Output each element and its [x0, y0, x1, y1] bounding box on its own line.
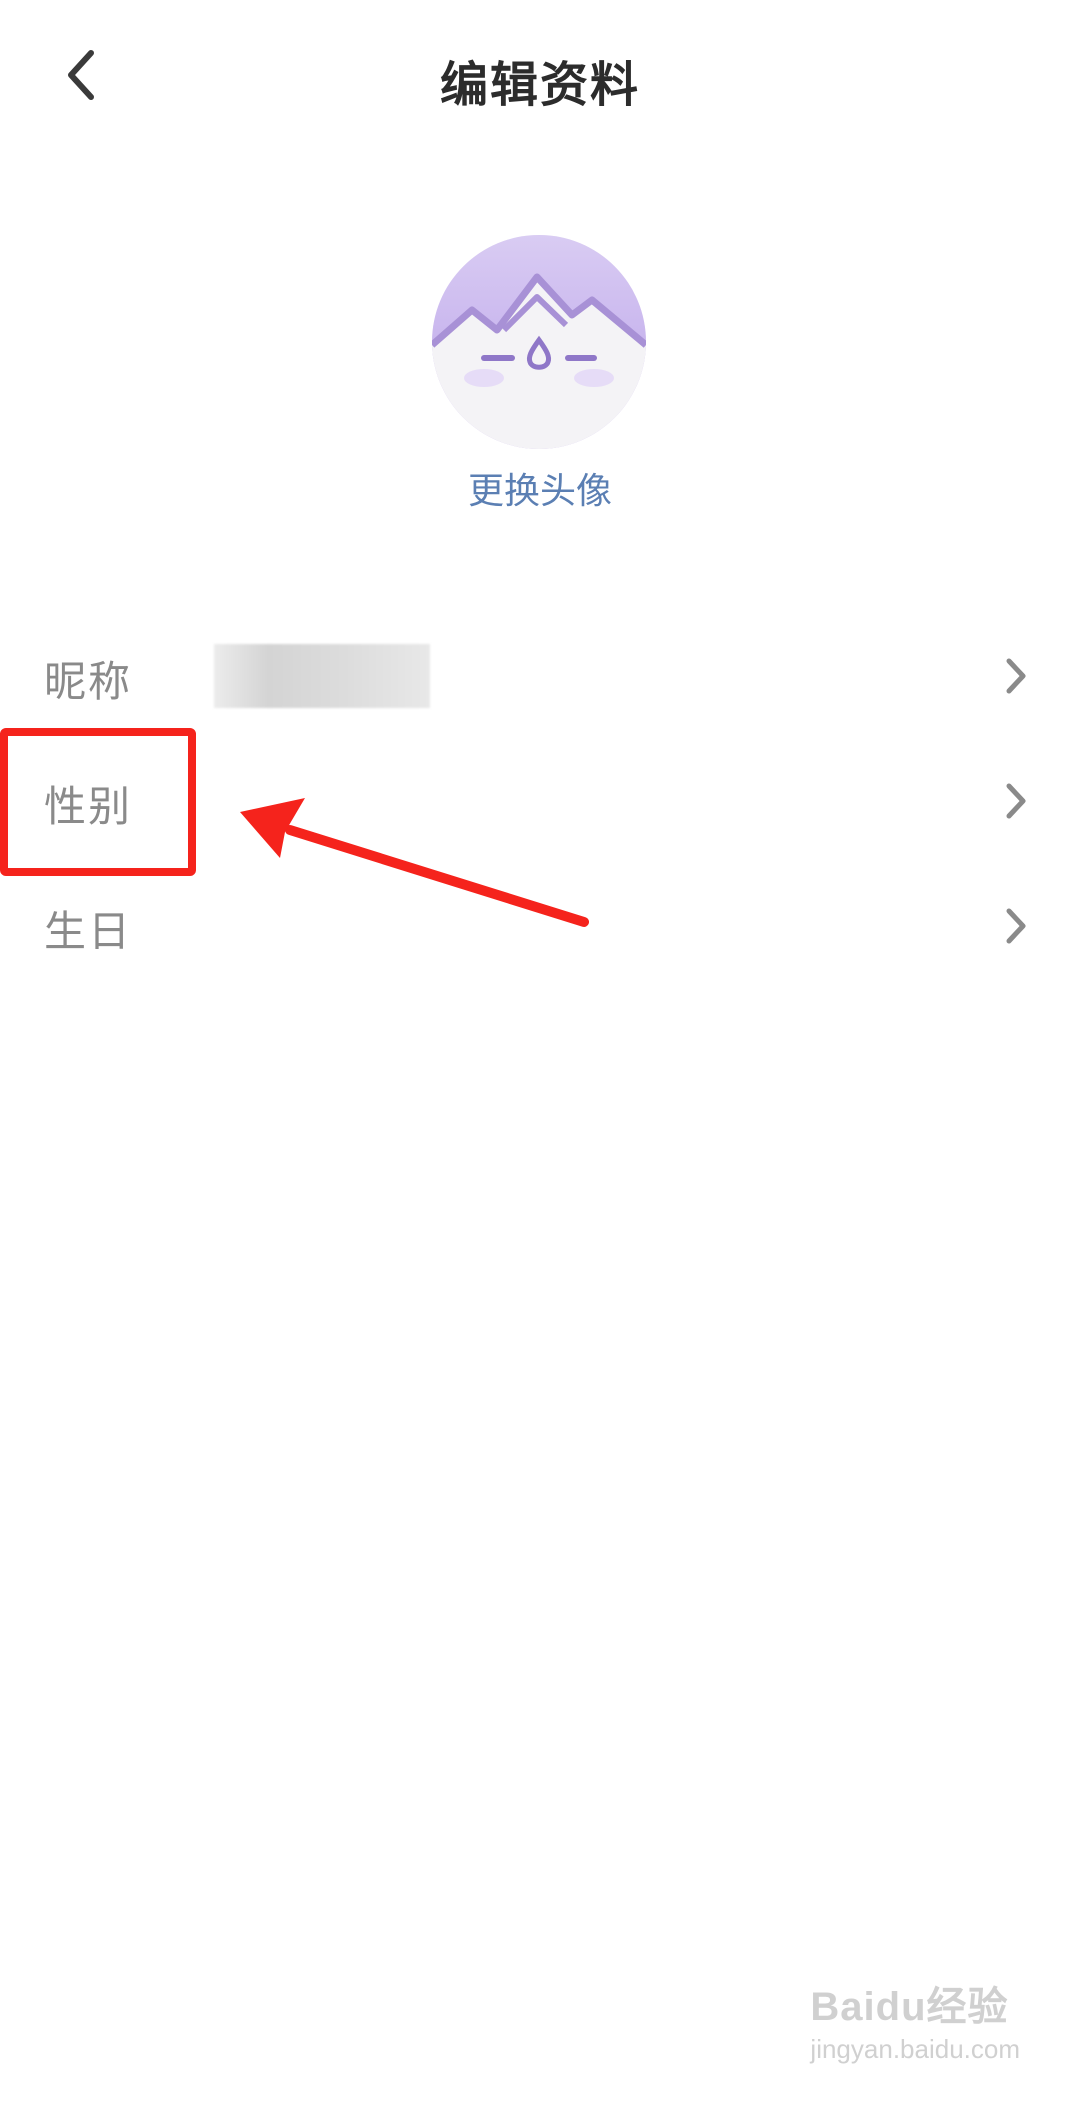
page-title: 编辑资料: [439, 57, 640, 113]
gender-row[interactable]: 性别: [0, 745, 1080, 865]
birthday-label: 生日: [44, 907, 133, 956]
chevron-right-icon: [1006, 658, 1026, 694]
gender-label: 性别: [44, 782, 133, 831]
change-avatar-link[interactable]: 更换头像: [0, 462, 1080, 514]
nickname-label: 昵称: [44, 657, 133, 706]
watermark-url: jingyan.baidu.com: [810, 2034, 1020, 2064]
nickname-value-redacted: [214, 644, 430, 708]
chevron-right-icon: [1006, 908, 1026, 944]
watermark-logo: Baidu经验: [810, 1985, 1009, 2029]
birthday-row[interactable]: 生日: [0, 870, 1080, 990]
header-bar: 编辑资料: [0, 0, 1080, 160]
watermark: Baidu经验 jingyan.baidu.com: [810, 1974, 1020, 2065]
nickname-row[interactable]: 昵称: [0, 620, 1080, 740]
chevron-right-icon: [1006, 783, 1026, 819]
default-avatar-icon: [432, 235, 646, 449]
avatar[interactable]: [432, 235, 646, 449]
